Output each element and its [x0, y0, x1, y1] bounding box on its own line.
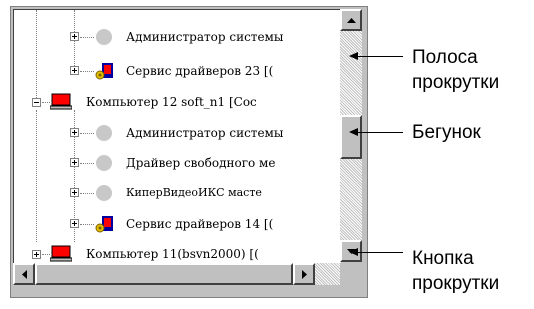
expand-icon[interactable] — [70, 128, 79, 137]
expand-icon[interactable] — [32, 250, 41, 259]
tree-line — [42, 102, 50, 104]
tree-line — [80, 37, 94, 39]
tree-item-label: Администратор системы — [126, 30, 284, 44]
scroll-left-button[interactable] — [13, 263, 35, 285]
tree-item[interactable]: Компьютер 12 soft_n1 [Сос — [14, 91, 341, 113]
tree-line — [36, 10, 38, 102]
tree-item-label: Драйвер свободного ме — [126, 156, 276, 170]
tree-item[interactable]: Администратор системы — [14, 122, 341, 144]
person-icon — [96, 155, 112, 171]
tree-line — [80, 71, 94, 73]
tree-item[interactable]: Драйвер свободного ме — [14, 152, 341, 174]
tree-line — [80, 163, 94, 165]
callout-arrowhead — [349, 52, 358, 60]
horizontal-scroll-thumb[interactable] — [35, 263, 293, 285]
callout-pointer-line — [353, 56, 403, 57]
tree-item-label: Сервис драйверов 23 [( — [126, 64, 274, 78]
tree-item[interactable]: Сервис драйверов 14 [( — [14, 213, 341, 235]
expand-icon[interactable] — [70, 219, 79, 228]
callout-pointer-line — [353, 252, 403, 253]
expand-icon[interactable] — [70, 66, 79, 75]
tree-item-label: Сервис драйверов 14 [( — [126, 217, 274, 231]
expand-icon[interactable] — [70, 158, 79, 167]
tree-item-label: Компьютер 11(bsvn2000) [( — [86, 247, 259, 261]
callout-button-label: Кнопка прокрутки — [412, 248, 500, 294]
driver-service-icon — [95, 216, 113, 233]
callout-scrollbar-label: Полоса прокрутки — [412, 47, 500, 93]
scrollbar-corner — [340, 263, 362, 285]
tree-line — [80, 224, 94, 226]
arrow-right-icon — [301, 269, 307, 279]
arrow-left-icon — [21, 269, 27, 279]
computer-icon — [50, 245, 72, 262]
expand-icon[interactable] — [70, 188, 79, 197]
callout-arrowhead — [349, 248, 358, 256]
tree-item[interactable]: КиперВидеоИКС масте — [14, 182, 341, 204]
collapse-icon[interactable] — [32, 98, 41, 107]
scroll-right-button[interactable] — [293, 263, 315, 285]
person-icon — [96, 185, 112, 201]
tree-line — [42, 254, 50, 256]
driver-service-icon — [95, 63, 113, 80]
callout-pointer-line — [353, 132, 403, 133]
tree-line — [80, 193, 94, 195]
tree-item-label: КиперВидеоИКС масте — [126, 186, 262, 199]
tree-window: Администратор системы Сервис драйверов 2… — [10, 6, 368, 298]
callout-arrowhead — [349, 128, 358, 136]
expand-icon[interactable] — [70, 32, 79, 41]
tree-item-label: Администратор системы — [126, 126, 284, 140]
callout-thumb-label: Бегунок — [412, 122, 481, 143]
tree-item[interactable]: Администратор системы — [14, 26, 341, 48]
tree-item-label: Компьютер 12 soft_n1 [Сос — [86, 95, 257, 109]
scroll-thumb[interactable] — [340, 115, 362, 159]
arrow-up-icon — [346, 17, 356, 23]
horizontal-scrollbar[interactable] — [13, 263, 340, 285]
person-icon — [96, 29, 112, 45]
scroll-up-button[interactable] — [340, 9, 362, 31]
computer-icon — [50, 93, 72, 110]
tree-item[interactable]: Компьютер 11(bsvn2000) [( — [14, 243, 341, 263]
person-icon — [96, 125, 112, 141]
tree-line — [80, 133, 94, 135]
tree-view: Администратор системы Сервис драйверов 2… — [13, 9, 341, 263]
tree-item[interactable]: Сервис драйверов 23 [( — [14, 60, 341, 82]
